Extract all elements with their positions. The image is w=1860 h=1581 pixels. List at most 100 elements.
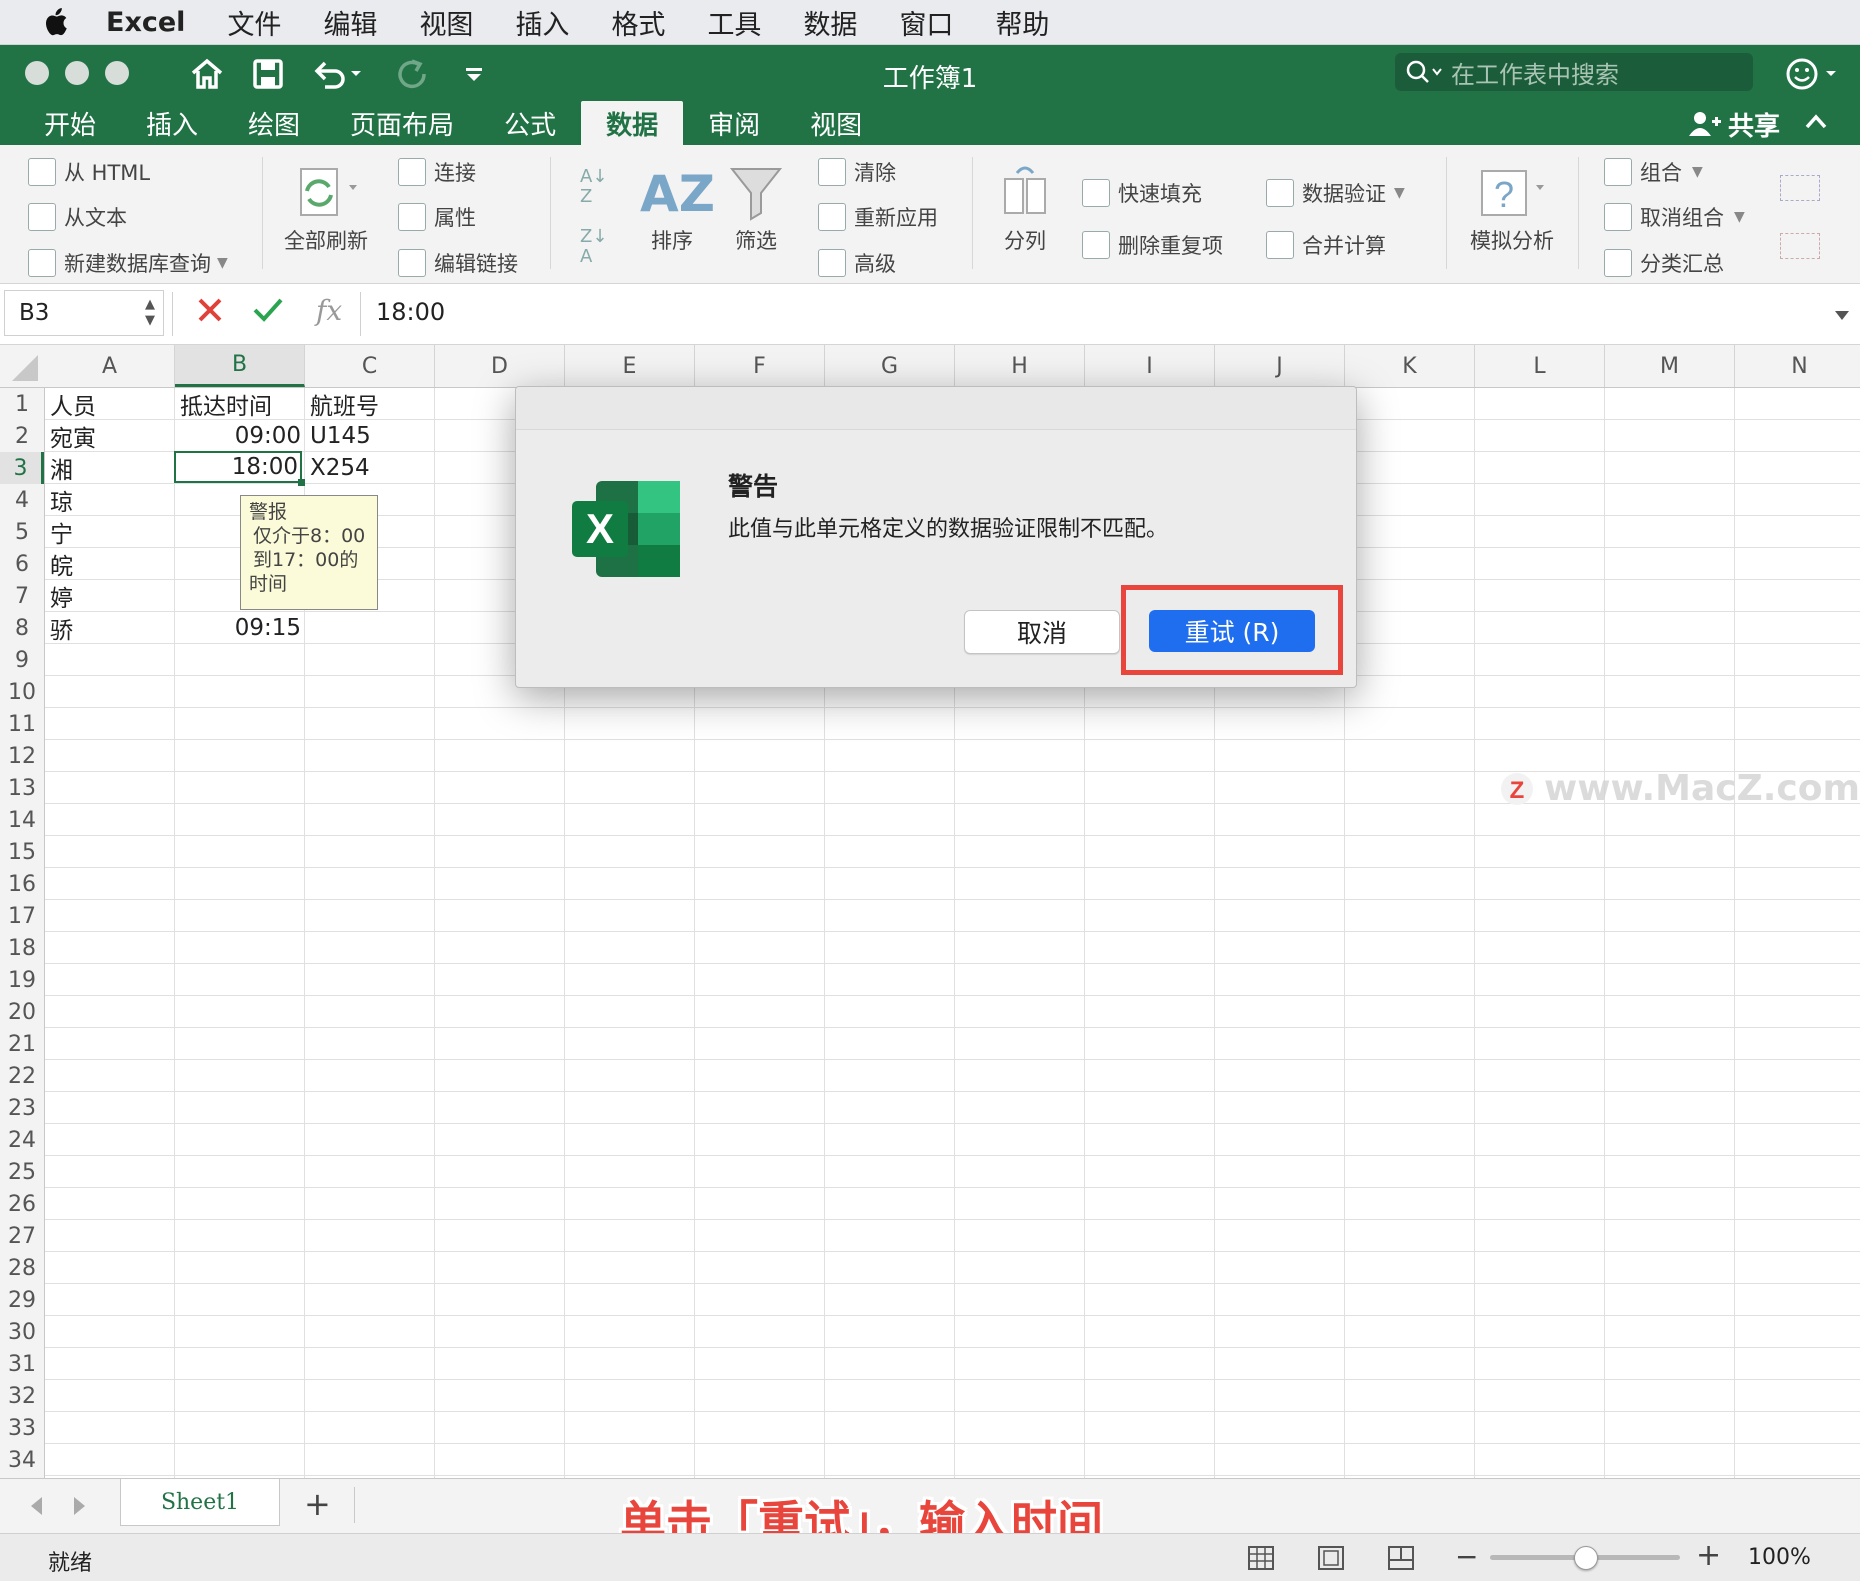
cell-c2[interactable]: U145	[310, 420, 371, 452]
column-header-k[interactable]: K	[1345, 345, 1475, 387]
retry-button[interactable]: 重试 (R)	[1149, 610, 1315, 652]
column-header-d[interactable]: D	[435, 345, 565, 387]
column-header-l[interactable]: L	[1475, 345, 1605, 387]
search-box[interactable]: 在工作表中搜索	[1395, 53, 1753, 91]
scroll-sheets-right-icon[interactable]	[72, 1495, 88, 1521]
advanced-filter-button[interactable]: 高级	[818, 248, 896, 278]
sort-button[interactable]: AZ 排序	[640, 163, 715, 255]
row-header-20[interactable]: 20	[0, 996, 44, 1028]
sheet-tab-sheet1[interactable]: Sheet1	[120, 1479, 280, 1526]
column-header-m[interactable]: M	[1605, 345, 1735, 387]
cell-a4[interactable]: 琼	[50, 484, 73, 516]
row-header-22[interactable]: 22	[0, 1060, 44, 1092]
row-header-9[interactable]: 9	[0, 644, 44, 676]
row-header-15[interactable]: 15	[0, 836, 44, 868]
tab-view[interactable]: 视图	[785, 101, 887, 145]
tab-insert[interactable]: 插入	[121, 101, 223, 145]
column-header-i[interactable]: I	[1085, 345, 1215, 387]
page-layout-view-icon[interactable]	[1318, 1546, 1344, 1576]
name-box[interactable]: B3 ▲ ▼	[4, 290, 164, 336]
menu-view[interactable]: 视图	[419, 3, 473, 42]
column-header-g[interactable]: G	[825, 345, 955, 387]
cell-a1[interactable]: 人员	[50, 388, 96, 420]
row-header-25[interactable]: 25	[0, 1156, 44, 1188]
tab-home[interactable]: 开始	[19, 101, 121, 145]
flash-fill-button[interactable]: 快速填充	[1082, 178, 1202, 208]
what-if-analysis-button[interactable]: ? 模拟分析	[1464, 163, 1560, 255]
row-header-24[interactable]: 24	[0, 1124, 44, 1156]
cell-a7[interactable]: 婷	[50, 580, 73, 612]
sort-az-icon[interactable]: A↓ Z	[580, 167, 607, 207]
row-header-12[interactable]: 12	[0, 740, 44, 772]
column-header-e[interactable]: E	[565, 345, 695, 387]
row-header-30[interactable]: 30	[0, 1316, 44, 1348]
data-validation-button[interactable]: 数据验证 ▼	[1266, 178, 1405, 208]
refresh-all-button[interactable]: 全部刷新	[280, 163, 372, 255]
tab-draw[interactable]: 绘图	[223, 101, 325, 145]
clear-filter-button[interactable]: 清除	[818, 157, 896, 187]
row-header-6[interactable]: 6	[0, 548, 44, 580]
column-header-j[interactable]: J	[1215, 345, 1345, 387]
text-to-columns-button[interactable]: 分列	[990, 163, 1060, 255]
normal-view-icon[interactable]	[1248, 1546, 1274, 1576]
formula-input[interactable]: 18:00	[376, 298, 445, 326]
column-header-f[interactable]: F	[695, 345, 825, 387]
menu-tools[interactable]: 工具	[707, 3, 761, 42]
row-header-17[interactable]: 17	[0, 900, 44, 932]
row-header-28[interactable]: 28	[0, 1252, 44, 1284]
row-header-5[interactable]: 5	[0, 516, 44, 548]
menu-help[interactable]: 帮助	[995, 3, 1049, 42]
from-html-button[interactable]: 从 HTML	[28, 157, 150, 187]
column-header-c[interactable]: C	[305, 345, 435, 387]
row-header-34[interactable]: 34	[0, 1444, 44, 1476]
collapse-ribbon-icon[interactable]	[1805, 113, 1827, 133]
new-db-query-button[interactable]: 新建数据库查询 ▼	[28, 248, 228, 278]
cancel-entry-icon[interactable]	[196, 296, 224, 328]
row-header-29[interactable]: 29	[0, 1284, 44, 1316]
remove-duplicates-button[interactable]: 删除重复项	[1082, 230, 1223, 260]
column-header-a[interactable]: A	[45, 345, 175, 387]
from-text-button[interactable]: 从文本	[28, 202, 127, 232]
cell-a2[interactable]: 宛寅	[50, 420, 96, 452]
row-header-13[interactable]: 13	[0, 772, 44, 804]
row-header-26[interactable]: 26	[0, 1188, 44, 1220]
menu-window[interactable]: 窗口	[899, 3, 953, 42]
sort-za-icon[interactable]: Z↓ A	[580, 227, 607, 267]
smiley-feedback-icon[interactable]	[1783, 53, 1843, 95]
cell-b2[interactable]: 09:00	[175, 420, 301, 452]
share-button[interactable]: 共享	[1688, 103, 1780, 145]
menu-format[interactable]: 格式	[611, 3, 665, 42]
cell-a8[interactable]: 骄	[50, 612, 73, 644]
connections-button[interactable]: 连接	[398, 157, 476, 187]
tab-review[interactable]: 审阅	[683, 101, 785, 145]
tab-formulas[interactable]: 公式	[479, 101, 581, 145]
zoom-percent[interactable]: 100%	[1748, 1545, 1811, 1570]
zoom-slider-thumb[interactable]	[1574, 1546, 1598, 1570]
column-header-h[interactable]: H	[955, 345, 1085, 387]
subtotal-button[interactable]: 分类汇总	[1604, 248, 1724, 278]
group-button[interactable]: 组合 ▼	[1604, 157, 1703, 187]
cell-c1[interactable]: 航班号	[310, 388, 379, 420]
row-header-10[interactable]: 10	[0, 676, 44, 708]
reapply-button[interactable]: 重新应用	[818, 202, 938, 232]
row-header-11[interactable]: 11	[0, 708, 44, 740]
function-icon[interactable]: fx	[316, 294, 342, 327]
row-header-7[interactable]: 7	[0, 580, 44, 612]
properties-button[interactable]: 属性	[398, 202, 476, 232]
menu-file[interactable]: 文件	[227, 3, 281, 42]
select-all-corner[interactable]	[0, 345, 45, 387]
row-header-4[interactable]: 4	[0, 484, 44, 516]
column-header-n[interactable]: N	[1735, 345, 1860, 387]
row-header-3[interactable]: 3	[0, 452, 44, 484]
show-detail-icon[interactable]	[1780, 175, 1820, 201]
row-header-18[interactable]: 18	[0, 932, 44, 964]
hide-detail-icon[interactable]	[1780, 233, 1820, 259]
zoom-in-icon[interactable]: +	[1696, 1538, 1721, 1573]
cell-b1[interactable]: 抵达时间	[180, 388, 272, 420]
row-header-1[interactable]: 1	[0, 388, 44, 420]
tab-page-layout[interactable]: 页面布局	[325, 101, 479, 145]
cell-b8[interactable]: 09:15	[175, 612, 301, 644]
name-box-stepper-icon[interactable]: ▲ ▼	[145, 297, 155, 329]
column-header-b[interactable]: B	[175, 345, 305, 387]
scroll-sheets-left-icon[interactable]	[28, 1495, 44, 1521]
